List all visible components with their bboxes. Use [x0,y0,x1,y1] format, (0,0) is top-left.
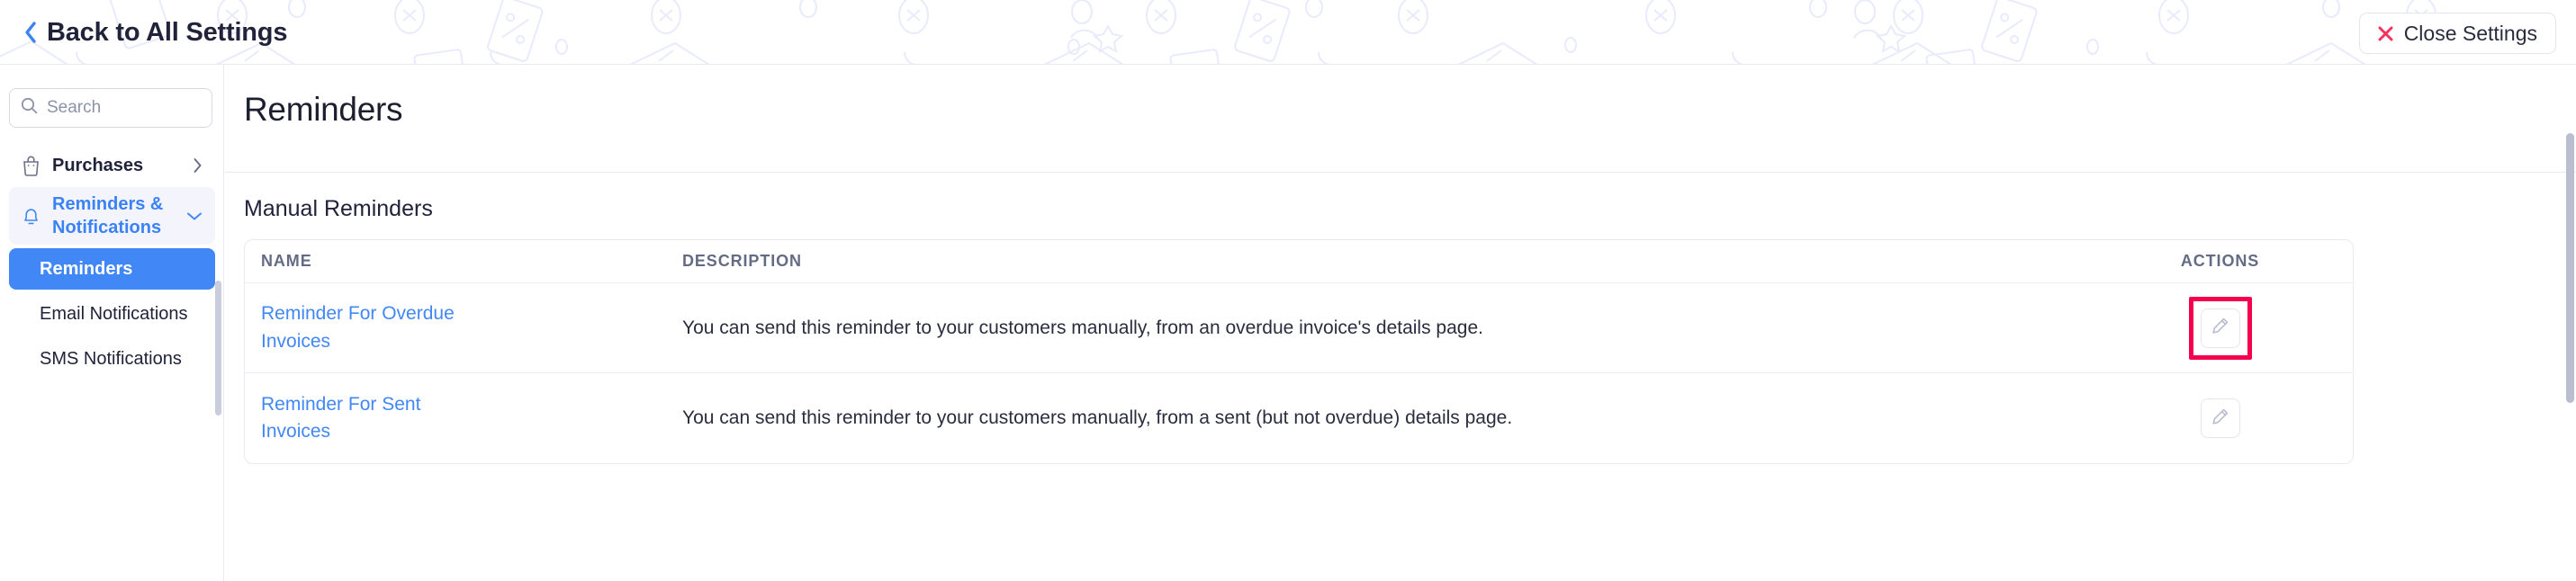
table-row: Reminder For Sent Invoices You can send … [245,373,2353,463]
sidebar-nav: Purchases Reminders & Notifications Remi… [0,144,223,383]
pencil-edit-icon [2211,407,2230,431]
column-header-actions: ACTIONS [2087,240,2353,282]
row-name-cell: Reminder For Overdue Invoices [245,283,666,372]
row-description-cell: You can send this reminder to your custo… [666,283,2087,372]
chevron-down-icon[interactable] [186,211,203,221]
sidebar-item-email-notifications-label: Email Notifications [40,303,188,324]
settings-sidebar: Purchases Reminders & Notifications [0,65,224,581]
bell-icon [22,206,41,227]
reminder-description: You can send this reminder to your custo… [682,317,1483,338]
edit-reminder-button[interactable] [2200,308,2240,348]
sidebar-item-sms-notifications-label: SMS Notifications [40,348,182,369]
column-header-description: DESCRIPTION [666,240,2087,282]
decorative-watermark-pattern [0,0,2436,64]
sidebar-item-reminders[interactable]: Reminders [9,248,215,290]
chevron-right-icon[interactable] [193,157,203,174]
table-header-row: NAME DESCRIPTION ACTIONS [245,240,2353,283]
shopping-bag-icon [22,156,41,176]
search-icon [21,97,38,119]
row-description-cell: You can send this reminder to your custo… [666,373,2087,463]
search-input[interactable] [47,98,191,118]
sidebar-item-purchases[interactable]: Purchases [9,144,215,187]
reminder-name-link[interactable]: Reminder For Sent Invoices [261,391,495,446]
sidebar-item-email-notifications[interactable]: Email Notifications [9,293,215,335]
section-title: Manual Reminders [244,196,433,221]
column-header-name-label: NAME [261,252,312,270]
sidebar-scrollbar[interactable] [215,281,221,416]
row-actions-cell [2087,373,2353,463]
main-content: Reminders Manual Reminders NAME DESCRIPT… [225,65,2576,581]
manual-reminders-table: NAME DESCRIPTION ACTIONS Reminder For Ov… [244,239,2354,464]
row-actions-cell [2087,283,2353,372]
highlight-annotation-box [2188,296,2252,360]
pencil-edit-icon [2211,316,2230,340]
edit-reminder-button[interactable] [2200,398,2240,438]
column-header-description-label: DESCRIPTION [682,252,802,270]
column-header-name: NAME [245,240,666,282]
back-to-all-settings-button[interactable]: Back to All Settings [23,0,288,64]
title-divider [225,172,2576,173]
close-settings-label: Close Settings [2403,21,2537,45]
page-title: Reminders [244,91,403,128]
search-field[interactable] [9,88,212,128]
top-bar: Back to All Settings Close Settings [0,0,2576,65]
chevron-left-icon [23,21,38,44]
close-x-icon [2378,26,2393,41]
row-name-cell: Reminder For Sent Invoices [245,373,666,463]
page-scrollbar[interactable] [2566,133,2574,403]
table-row: Reminder For Overdue Invoices You can se… [245,283,2353,373]
close-settings-button[interactable]: Close Settings [2358,13,2556,54]
back-to-all-settings-label: Back to All Settings [47,17,288,47]
sidebar-item-reminders-and-notifications-label: Reminders & Notifications [52,194,164,237]
reminder-description: You can send this reminder to your custo… [682,407,1513,429]
sidebar-item-reminders-label: Reminders [40,258,133,279]
sidebar-item-sms-notifications[interactable]: SMS Notifications [9,338,215,380]
sidebar-item-reminders-and-notifications[interactable]: Reminders & Notifications [9,187,215,245]
sidebar-item-purchases-label: Purchases [52,156,144,175]
column-header-actions-label: ACTIONS [2180,252,2260,270]
reminder-name-link[interactable]: Reminder For Overdue Invoices [261,300,495,355]
